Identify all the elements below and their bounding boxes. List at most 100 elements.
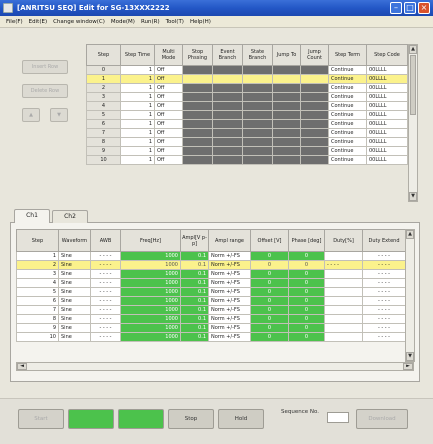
- table-cell[interactable]: [324, 305, 363, 315]
- table-cell[interactable]: Off: [154, 83, 183, 93]
- table-cell[interactable]: 2: [86, 83, 121, 93]
- table-cell[interactable]: 00LLLL: [366, 83, 408, 93]
- table-cell[interactable]: [212, 128, 243, 138]
- table-cell[interactable]: [324, 278, 363, 288]
- table-cell[interactable]: 1000: [120, 296, 181, 306]
- table-cell[interactable]: 0: [288, 287, 325, 297]
- table-cell[interactable]: 1000: [120, 332, 181, 342]
- table-cell[interactable]: [300, 65, 329, 75]
- table-cell[interactable]: - - - -: [90, 332, 121, 342]
- table-cell[interactable]: [242, 137, 273, 147]
- column-header[interactable]: Multi Mode: [154, 44, 183, 66]
- table-cell[interactable]: Sine: [58, 260, 91, 270]
- table-cell[interactable]: - - - -: [90, 260, 121, 270]
- table-cell[interactable]: [272, 119, 301, 129]
- table-cell[interactable]: 0: [250, 269, 289, 279]
- table-row[interactable]: 2 Sine - - - -1000 0.1 Norm +/-FS 0 0- - - -- …: [16, 260, 406, 270]
- table-cell[interactable]: 0: [250, 296, 289, 306]
- table-cell[interactable]: 00LLLL: [366, 74, 408, 84]
- table-cell[interactable]: [300, 155, 329, 165]
- table-cell[interactable]: 00LLLL: [366, 146, 408, 156]
- column-header[interactable]: Step Code: [366, 44, 408, 66]
- table-cell[interactable]: Norm +/-FS: [208, 305, 251, 315]
- table-cell[interactable]: 1: [86, 74, 121, 84]
- table-cell[interactable]: 0: [250, 278, 289, 288]
- table-cell[interactable]: 0: [288, 278, 325, 288]
- table-cell[interactable]: [300, 101, 329, 111]
- table-cell[interactable]: [242, 146, 273, 156]
- table-cell[interactable]: - - - -: [362, 305, 406, 315]
- menu-item[interactable]: Edit(E): [29, 19, 47, 25]
- menu-item[interactable]: Help(H): [190, 19, 211, 25]
- table-cell[interactable]: [212, 110, 243, 120]
- table-cell[interactable]: Norm +/-FS: [208, 260, 251, 270]
- table-cell[interactable]: 1000: [120, 269, 181, 279]
- table-cell[interactable]: 1000: [120, 305, 181, 315]
- table-cell[interactable]: 1: [16, 251, 59, 261]
- channel-table-scrollbar[interactable]: ▲ ▼: [405, 229, 415, 362]
- column-header[interactable]: Event Branch: [212, 44, 243, 66]
- table-cell[interactable]: 1000: [120, 260, 181, 270]
- table-cell[interactable]: 0: [288, 305, 325, 315]
- table-cell[interactable]: [182, 83, 213, 93]
- table-cell[interactable]: [272, 83, 301, 93]
- table-cell[interactable]: Continue: [328, 119, 367, 129]
- table-cell[interactable]: - - - -: [362, 278, 406, 288]
- scroll-down-icon[interactable]: ▼: [406, 352, 414, 361]
- table-cell[interactable]: 1000: [120, 287, 181, 297]
- table-cell[interactable]: - - - -: [362, 287, 406, 297]
- table-cell[interactable]: [300, 92, 329, 102]
- table-cell[interactable]: 00LLLL: [366, 119, 408, 129]
- close-icon[interactable]: ×: [418, 2, 430, 14]
- table-cell[interactable]: 0: [288, 323, 325, 333]
- table-cell[interactable]: [324, 287, 363, 297]
- table-cell[interactable]: 0: [250, 287, 289, 297]
- table-cell[interactable]: - - - -: [90, 269, 121, 279]
- table-cell[interactable]: [300, 119, 329, 129]
- table-cell[interactable]: - - - -: [362, 260, 406, 270]
- table-cell[interactable]: [242, 128, 273, 138]
- table-row[interactable]: 2 1 Off Continue 00LLLL: [86, 83, 408, 93]
- table-cell[interactable]: 3: [86, 92, 121, 102]
- table-cell[interactable]: 1: [120, 137, 155, 147]
- delete-row-button[interactable]: Delete Row: [22, 84, 68, 98]
- table-cell[interactable]: [242, 65, 273, 75]
- table-cell[interactable]: Sine: [58, 287, 91, 297]
- table-cell[interactable]: Sine: [58, 251, 91, 261]
- column-header[interactable]: Waveform: [58, 229, 91, 252]
- table-cell[interactable]: Continue: [328, 137, 367, 147]
- table-cell[interactable]: [272, 65, 301, 75]
- table-cell[interactable]: 10: [86, 155, 121, 165]
- menu-item[interactable]: Tool(T): [166, 19, 184, 25]
- table-row[interactable]: 9 Sine - - - -1000 0.1 Norm +/-FS 0 0- - - -: [16, 323, 406, 333]
- hold-button[interactable]: Hold: [218, 409, 264, 429]
- table-cell[interactable]: [242, 119, 273, 129]
- table-cell[interactable]: [212, 74, 243, 84]
- column-header[interactable]: Ampl[V p-p]: [180, 229, 209, 252]
- table-cell[interactable]: 0: [250, 305, 289, 315]
- table-cell[interactable]: 5: [16, 287, 59, 297]
- move-up-button[interactable]: ▲: [22, 108, 40, 122]
- start-button[interactable]: Start: [18, 409, 64, 429]
- table-cell[interactable]: 00LLLL: [366, 155, 408, 165]
- table-cell[interactable]: [212, 119, 243, 129]
- tab-ch1[interactable]: Ch1: [14, 209, 50, 223]
- column-header[interactable]: Ampl range: [208, 229, 251, 252]
- table-cell[interactable]: [324, 332, 363, 342]
- table-cell[interactable]: [300, 146, 329, 156]
- table-cell[interactable]: [300, 110, 329, 120]
- table-cell[interactable]: [182, 92, 213, 102]
- table-cell[interactable]: Off: [154, 137, 183, 147]
- column-header[interactable]: Freq[Hz]: [120, 229, 181, 252]
- table-cell[interactable]: [212, 92, 243, 102]
- table-cell[interactable]: [182, 128, 213, 138]
- table-cell[interactable]: Norm +/-FS: [208, 314, 251, 324]
- table-cell[interactable]: [212, 101, 243, 111]
- table-cell[interactable]: [324, 296, 363, 306]
- table-cell[interactable]: 00LLLL: [366, 92, 408, 102]
- table-cell[interactable]: Continue: [328, 92, 367, 102]
- scroll-thumb[interactable]: [410, 55, 416, 115]
- table-cell[interactable]: 0: [250, 251, 289, 261]
- table-cell[interactable]: - - - -: [90, 296, 121, 306]
- table-cell[interactable]: 0: [250, 332, 289, 342]
